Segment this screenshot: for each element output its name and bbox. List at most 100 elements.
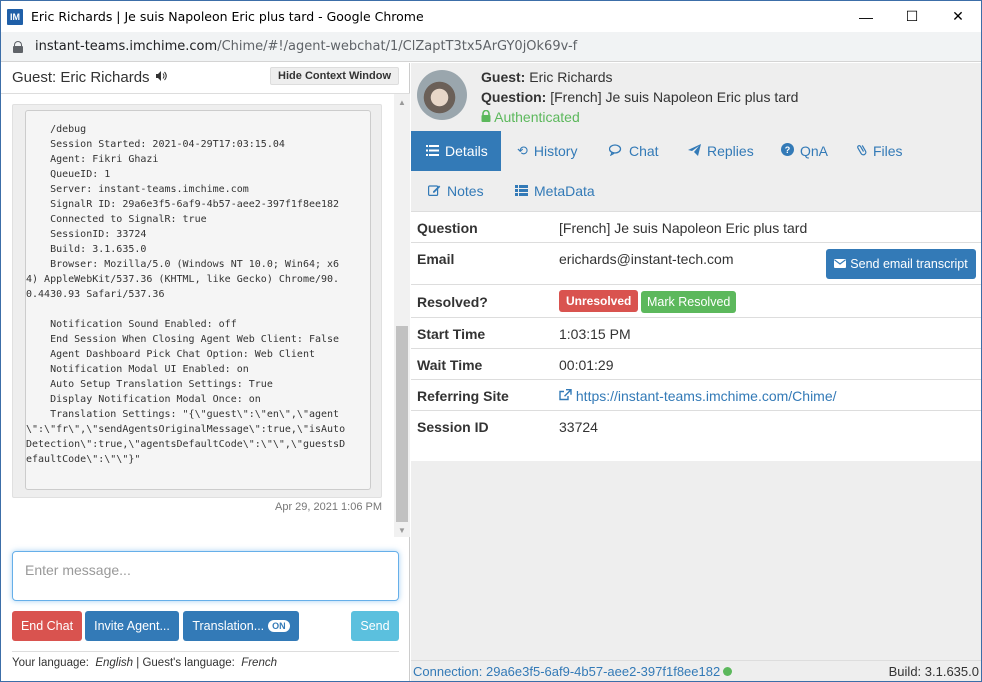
scroll-thumb[interactable] bbox=[396, 326, 408, 522]
tab-label: Details bbox=[445, 143, 488, 159]
minimize-button[interactable]: — bbox=[843, 1, 889, 32]
tab-label: Notes bbox=[447, 183, 484, 199]
send-email-label: Send email transcript bbox=[850, 257, 968, 271]
message-input[interactable]: Enter message... bbox=[12, 551, 399, 601]
address-bar[interactable]: instant-teams.imchime.com/Chime/#!/agent… bbox=[1, 32, 981, 62]
tab-replies[interactable]: Replies bbox=[688, 131, 754, 171]
hide-context-button[interactable]: Hide Context Window bbox=[270, 67, 399, 85]
guest-label: Guest: bbox=[481, 69, 526, 85]
guest-name: Eric Richards bbox=[529, 69, 613, 85]
context-tabs: Details ⟲ History Chat Replies ? QnA Fil… bbox=[411, 131, 981, 211]
question-label: Question: bbox=[481, 89, 547, 105]
details-panel: Question [French] Je suis Napoleon Eric … bbox=[411, 211, 981, 461]
detail-row-question: Question [French] Je suis Napoleon Eric … bbox=[411, 212, 981, 243]
translation-button[interactable]: Translation... ON bbox=[183, 611, 299, 641]
envelope-icon bbox=[834, 257, 847, 271]
chat-message: /debug Session Started: 2021-04-29T17:03… bbox=[12, 104, 382, 498]
your-language-label: Your language: bbox=[12, 657, 89, 669]
scroll-down-icon[interactable]: ▼ bbox=[394, 522, 410, 537]
detail-label: Question bbox=[417, 220, 478, 236]
question-text: [French] Je suis Napoleon Eric plus tard bbox=[550, 89, 799, 105]
detail-row-wait-time: Wait Time 00:01:29 bbox=[411, 349, 981, 380]
chat-transcript[interactable]: /debug Session Started: 2021-04-29T17:03… bbox=[1, 93, 410, 537]
auth-status: Authenticated bbox=[481, 109, 580, 125]
question-icon: ? bbox=[781, 143, 794, 159]
message-timestamp: Apr 29, 2021 1:06 PM bbox=[274, 501, 382, 513]
tab-label: Replies bbox=[707, 143, 754, 159]
tab-label: MetaData bbox=[534, 183, 595, 199]
connected-dot-icon bbox=[723, 667, 733, 676]
invite-agent-button[interactable]: Invite Agent... bbox=[85, 611, 179, 641]
status-footer: Connection: 29a6e3f5-6af9-4b57-aee2-397f… bbox=[411, 660, 981, 681]
edit-icon bbox=[428, 184, 441, 199]
window-title: Eric Richards | Je suis Napoleon Eric pl… bbox=[31, 9, 424, 24]
tab-notes[interactable]: Notes bbox=[428, 171, 484, 211]
build-version: Build: 3.1.635.0 bbox=[888, 664, 979, 679]
mark-resolved-button[interactable]: Mark Resolved bbox=[641, 291, 737, 313]
detail-row-start-time: Start Time 1:03:15 PM bbox=[411, 318, 981, 349]
debug-output: /debug Session Started: 2021-04-29T17:03… bbox=[25, 110, 371, 490]
question-line: Question: [French] Je suis Napoleon Eric… bbox=[481, 89, 798, 105]
maximize-button[interactable]: ☐ bbox=[889, 1, 935, 32]
tab-qna[interactable]: ? QnA bbox=[781, 131, 828, 171]
chat-icon bbox=[608, 143, 623, 159]
detail-label: Resolved? bbox=[417, 294, 488, 310]
detail-value: 00:01:29 bbox=[559, 357, 614, 373]
email-value: erichards@instant-tech.com bbox=[559, 251, 734, 267]
tab-label: Files bbox=[873, 143, 903, 159]
detail-label: Email bbox=[417, 251, 455, 267]
svg-text:?: ? bbox=[785, 145, 791, 155]
context-pane: Guest: Eric Richards Question: [French] … bbox=[411, 63, 981, 681]
window-controls: — ☐ ✕ bbox=[843, 1, 981, 32]
translation-label: Translation... bbox=[192, 619, 265, 633]
detail-row-email: Email erichards@instant-tech.com Send em… bbox=[411, 243, 981, 285]
chat-pane: Guest: Eric Richards Hide Context Window… bbox=[1, 63, 410, 681]
tab-chat[interactable]: Chat bbox=[608, 131, 659, 171]
tab-details[interactable]: Details bbox=[411, 131, 501, 171]
language-separator: | bbox=[136, 657, 140, 669]
detail-row-referring-site: Referring Site https://instant-teams.imc… bbox=[411, 380, 981, 411]
send-icon bbox=[688, 143, 701, 159]
list-icon bbox=[426, 144, 439, 159]
list-alt-icon bbox=[515, 184, 528, 199]
detail-value: 1:03:15 PM bbox=[559, 326, 631, 342]
chat-scrollbar[interactable]: ▲ ▼ bbox=[394, 94, 410, 537]
guest-language-value: French bbox=[241, 657, 277, 669]
send-button[interactable]: Send bbox=[351, 611, 399, 641]
close-button[interactable]: ✕ bbox=[935, 1, 981, 32]
detail-label: Wait Time bbox=[417, 357, 483, 373]
connection-status: Connection: 29a6e3f5-6af9-4b57-aee2-397f… bbox=[413, 664, 733, 679]
url-path: /Chime/#!/agent-webchat/1/ClZaptT3tx5ArG… bbox=[217, 39, 578, 54]
guest-avatar bbox=[417, 70, 467, 120]
title-bar: IM Eric Richards | Je suis Napoleon Eric… bbox=[1, 1, 981, 32]
detail-label: Session ID bbox=[417, 419, 489, 435]
language-info: Your language: English | Guest's languag… bbox=[12, 651, 399, 669]
unresolved-badge: Unresolved bbox=[559, 290, 639, 312]
detail-label: Start Time bbox=[417, 326, 486, 342]
url-text[interactable]: instant-teams.imchime.com/Chime/#!/agent… bbox=[35, 39, 577, 54]
app-icon: IM bbox=[7, 8, 23, 25]
tab-history[interactable]: ⟲ History bbox=[517, 131, 577, 171]
history-icon: ⟲ bbox=[517, 143, 528, 158]
detail-row-resolved: Resolved? Unresolved Mark Resolved bbox=[411, 285, 981, 318]
tab-metadata[interactable]: MetaData bbox=[515, 171, 595, 211]
tab-files[interactable]: Files bbox=[857, 131, 903, 171]
browser-window: IM Eric Richards | Je suis Napoleon Eric… bbox=[0, 0, 982, 682]
detail-row-session-id: Session ID 33724 bbox=[411, 411, 981, 442]
guest-language-label: Guest's language: bbox=[142, 657, 235, 669]
speaker-icon[interactable] bbox=[155, 70, 167, 85]
lock-icon[interactable] bbox=[13, 40, 23, 53]
external-link-icon bbox=[559, 388, 572, 404]
referring-site-url: https://instant-teams.imchime.com/Chime/ bbox=[575, 388, 837, 404]
detail-label: Referring Site bbox=[417, 388, 509, 404]
scroll-up-icon[interactable]: ▲ bbox=[394, 94, 410, 110]
referring-site-link[interactable]: https://instant-teams.imchime.com/Chime/ bbox=[559, 388, 837, 404]
guest-title: Guest: Eric Richards bbox=[12, 68, 150, 86]
your-language-value: English bbox=[95, 657, 134, 669]
guest-line: Guest: Eric Richards bbox=[481, 69, 612, 85]
end-chat-button[interactable]: End Chat bbox=[12, 611, 82, 641]
tab-label: Chat bbox=[629, 143, 659, 159]
send-email-transcript-button[interactable]: Send email transcript bbox=[826, 249, 976, 279]
translation-state-badge: ON bbox=[268, 620, 290, 632]
detail-value: 33724 bbox=[559, 419, 598, 435]
